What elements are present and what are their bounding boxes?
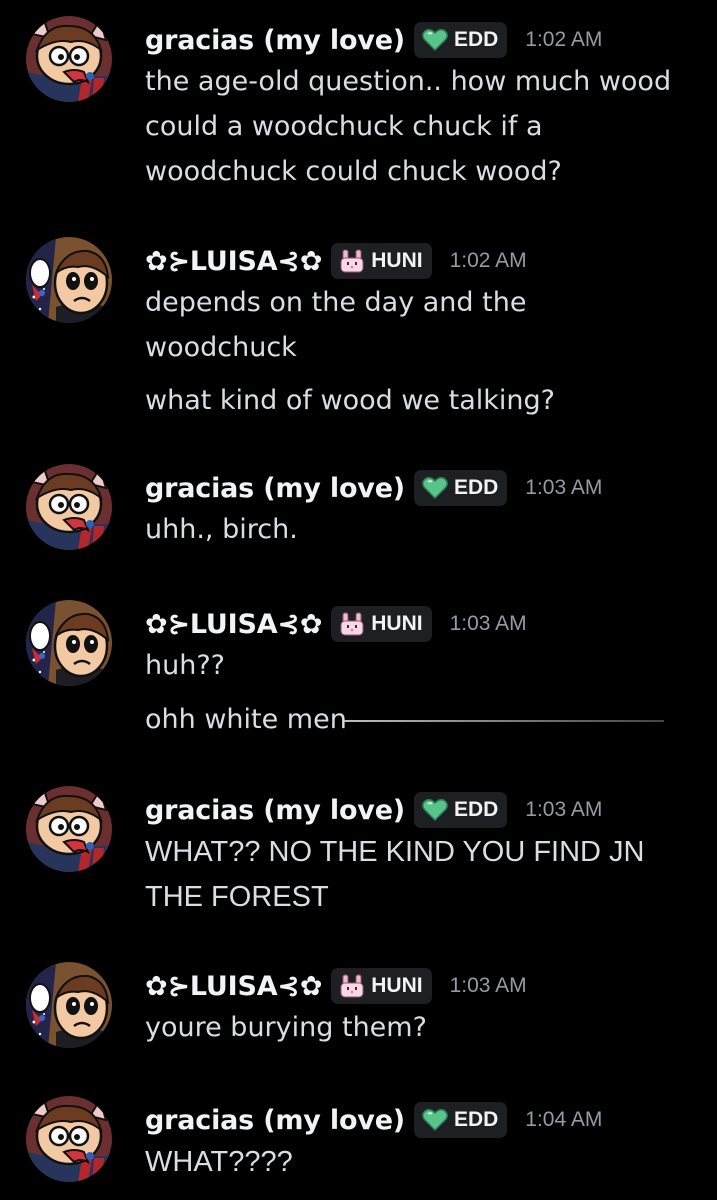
- avatar[interactable]: [26, 786, 112, 872]
- avatar[interactable]: [26, 600, 112, 686]
- message-text: huh??: [145, 650, 225, 681]
- message-text: ohh white men: [145, 704, 347, 735]
- avatar[interactable]: [26, 237, 112, 323]
- green-heart-icon: [422, 798, 448, 822]
- tag-label: EDD: [453, 28, 499, 51]
- green-heart-icon: [422, 28, 448, 52]
- timestamp[interactable]: 1:02 AM: [525, 28, 602, 52]
- username[interactable]: ✿⊱LUISA⊰✿: [145, 971, 322, 1002]
- username[interactable]: ✿⊱LUISA⊰✿: [145, 609, 322, 640]
- message-text: woodchuck: [145, 332, 297, 363]
- pink-bunny-icon: [339, 249, 365, 273]
- tag-label: HUNI: [371, 974, 423, 997]
- message-header: ✿⊱LUISA⊰✿ HUNI 1:03 AM: [145, 966, 527, 1006]
- pink-bunny-icon: [339, 974, 365, 998]
- message-text: depends on the day and the: [145, 287, 527, 318]
- message-text: WHAT?? NO THE KIND YOU FIND JN: [145, 836, 645, 868]
- message-text: could a woodchuck chuck if a: [145, 111, 543, 142]
- user-tag[interactable]: HUNI: [331, 606, 432, 642]
- pink-bunny-icon: [339, 612, 365, 636]
- avatar[interactable]: [26, 16, 112, 102]
- green-heart-icon: [422, 1108, 448, 1132]
- timestamp[interactable]: 1:04 AM: [525, 1108, 602, 1132]
- message-header: gracias (my love) EDD 1:03 AM: [145, 790, 602, 830]
- message-text: youre burying them?: [145, 1012, 427, 1043]
- username[interactable]: gracias (my love): [145, 25, 405, 56]
- message-header: gracias (my love) EDD 1:04 AM: [145, 1100, 602, 1140]
- tag-label: EDD: [453, 1108, 499, 1131]
- message-text: THE FOREST: [145, 881, 329, 913]
- avatar[interactable]: [26, 464, 112, 550]
- avatar[interactable]: [26, 1096, 112, 1182]
- user-tag[interactable]: EDD: [413, 22, 508, 58]
- username[interactable]: gracias (my love): [145, 795, 405, 826]
- user-tag[interactable]: EDD: [413, 1102, 508, 1138]
- user-tag[interactable]: EDD: [413, 792, 508, 828]
- username[interactable]: gracias (my love): [145, 473, 405, 504]
- timestamp[interactable]: 1:03 AM: [525, 798, 602, 822]
- tag-label: HUNI: [371, 249, 423, 272]
- message-text: WHAT????: [145, 1146, 293, 1178]
- user-tag[interactable]: HUNI: [331, 243, 432, 279]
- message-header: ✿⊱LUISA⊰✿ HUNI 1:02 AM: [145, 241, 527, 281]
- user-tag[interactable]: EDD: [413, 470, 508, 506]
- message-text: the age-old question.. how much wood: [145, 66, 672, 97]
- timestamp[interactable]: 1:03 AM: [450, 974, 527, 998]
- timestamp[interactable]: 1:03 AM: [525, 476, 602, 500]
- message-header: ✿⊱LUISA⊰✿ HUNI 1:03 AM: [145, 604, 527, 644]
- tag-label: HUNI: [371, 612, 423, 635]
- message-text: what kind of wood we talking?: [145, 385, 555, 416]
- timestamp[interactable]: 1:03 AM: [450, 612, 527, 636]
- message-header: gracias (my love) EDD 1:03 AM: [145, 468, 602, 508]
- message-text: woodchuck could chuck wood?: [145, 156, 562, 187]
- tag-label: EDD: [453, 476, 499, 499]
- tag-label: EDD: [453, 798, 499, 821]
- green-heart-icon: [422, 476, 448, 500]
- message-text: uhh., birch.: [145, 514, 298, 545]
- divider: [344, 720, 664, 722]
- avatar[interactable]: [26, 962, 112, 1048]
- username[interactable]: ✿⊱LUISA⊰✿: [145, 246, 322, 277]
- user-tag[interactable]: HUNI: [331, 968, 432, 1004]
- message-header: gracias (my love) EDD 1:02 AM: [145, 20, 602, 60]
- timestamp[interactable]: 1:02 AM: [450, 249, 527, 273]
- username[interactable]: gracias (my love): [145, 1105, 405, 1136]
